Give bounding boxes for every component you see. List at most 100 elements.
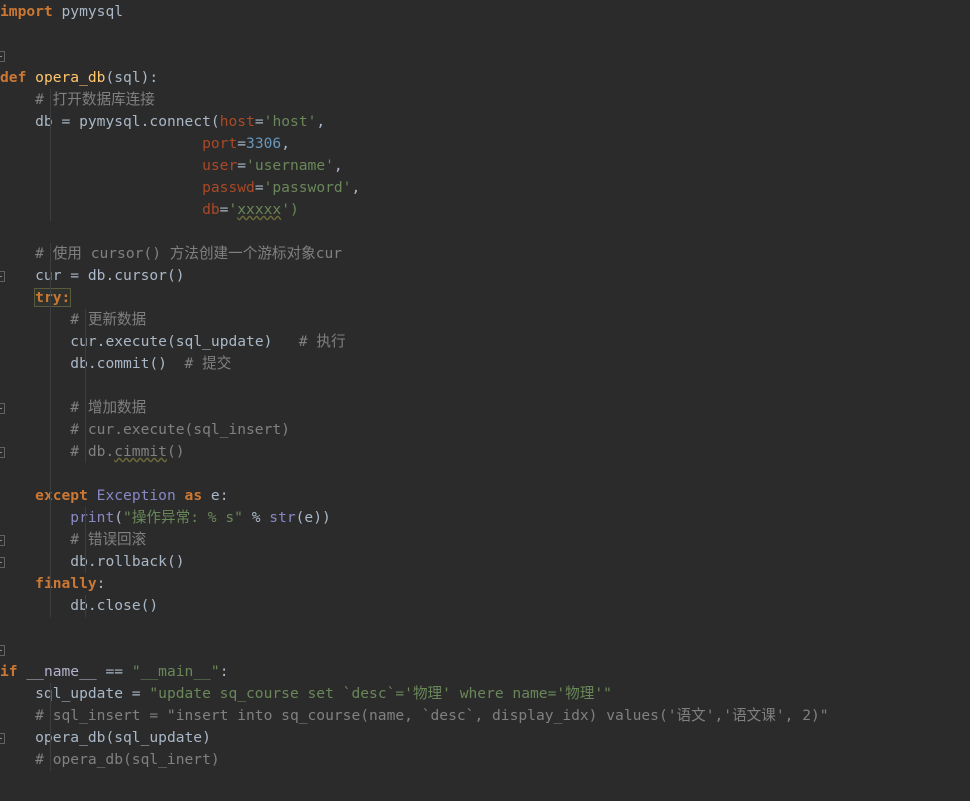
code-line[interactable]: passwd='password', [0, 177, 970, 199]
code-token: port [202, 135, 238, 152]
code-token: execute [105, 333, 167, 350]
code-token: db [0, 113, 62, 130]
code-token: , [281, 135, 290, 152]
code-line[interactable]: # sql_insert = "insert into sq_course(na… [0, 705, 970, 727]
code-token: cur [0, 267, 71, 284]
code-line[interactable]: db.rollback() [0, 551, 970, 573]
code-token: db [0, 355, 88, 372]
code-line[interactable]: print("操作异常: % s" % str(e)) [0, 507, 970, 529]
code-line[interactable] [0, 463, 970, 485]
code-token: connect [149, 113, 211, 130]
code-token: except [35, 487, 88, 504]
code-line[interactable]: db = pymysql.connect(host='host', [0, 111, 970, 133]
code-token: # 提交 [166, 355, 232, 372]
code-line[interactable]: opera_db(sql_update) [0, 727, 970, 749]
code-token: "操作异常: [123, 509, 208, 526]
code-line[interactable]: # 打开数据库连接 [0, 89, 970, 111]
code-token: try: [34, 288, 72, 307]
code-token: cur [0, 333, 97, 350]
code-token: 'username' [246, 157, 334, 174]
code-token: ') [281, 201, 299, 218]
code-token: # 增加数据 [0, 399, 147, 416]
code-line[interactable]: db='xxxxx') [0, 199, 970, 221]
code-line[interactable]: import pymysql [0, 1, 970, 23]
code-token: if [0, 663, 18, 680]
code-token: " [234, 509, 252, 526]
code-token: pymysql [61, 3, 124, 20]
code-token: : [219, 663, 229, 680]
code-token: cimmit [114, 443, 167, 460]
code-token: ( [114, 509, 124, 526]
code-line[interactable]: user='username', [0, 155, 970, 177]
indent-guide [85, 309, 86, 463]
code-line[interactable]: def opera_db(sql): [0, 67, 970, 89]
code-line[interactable]: sql_update = "update sq_course set `desc… [0, 683, 970, 705]
code-line[interactable]: finally: [0, 573, 970, 595]
indent-guide [85, 507, 86, 573]
code-token: # 使用 cursor() 方法创建一个游标对象cur [0, 245, 343, 262]
code-token: ' [228, 201, 238, 218]
code-token: (e)) [295, 509, 331, 526]
code-token: # 执行 [272, 333, 346, 350]
code-token: pymysql [79, 113, 141, 130]
code-token: # sql_insert = "insert into sq_course(na… [0, 707, 829, 724]
code-line[interactable]: db.commit() # 提交 [0, 353, 970, 375]
code-token: . [105, 267, 115, 284]
code-line[interactable]: # 使用 cursor() 方法创建一个游标对象cur [0, 243, 970, 265]
code-line[interactable]: # db.cimmit() [0, 441, 970, 463]
code-token: e: [202, 487, 229, 504]
code-token: opera_db [0, 729, 106, 746]
code-line[interactable]: cur = db.cursor() [0, 265, 970, 287]
code-token: () [140, 597, 159, 614]
code-token: = [254, 179, 264, 196]
code-line[interactable]: # cur.execute(sql_insert) [0, 419, 970, 441]
code-token: () [149, 355, 167, 372]
code-token: 'host' [263, 113, 317, 130]
code-line[interactable]: except Exception as e: [0, 485, 970, 507]
code-token: = [61, 113, 80, 130]
code-line[interactable] [0, 639, 970, 661]
code-token: () [166, 267, 185, 284]
code-token: ( [105, 69, 115, 86]
code-token: as [184, 487, 203, 504]
code-token: , [351, 179, 361, 196]
code-line[interactable] [0, 221, 970, 243]
code-line[interactable]: # opera_db(sql_inert) [0, 749, 970, 771]
code-token: # 打开数据库连接 [0, 91, 155, 108]
code-line[interactable]: port=3306, [0, 133, 970, 155]
code-token: = [131, 685, 150, 702]
code-token: import [0, 3, 53, 20]
code-line[interactable]: if __name__ == "__main__": [0, 661, 970, 683]
code-token: str [269, 509, 296, 526]
code-token: # opera_db(sql_inert) [0, 751, 220, 768]
code-line[interactable]: cur.execute(sql_update) # 执行 [0, 331, 970, 353]
indent-guide [50, 89, 51, 221]
code-token: # 错误回滚 [0, 531, 147, 548]
code-token: db [0, 553, 88, 570]
code-line[interactable] [0, 617, 970, 639]
code-line[interactable]: # 错误回滚 [0, 529, 970, 551]
code-token: , [333, 157, 343, 174]
code-token: = [70, 267, 88, 284]
indent-guide [50, 683, 51, 771]
code-line[interactable]: db.close() [0, 595, 970, 617]
code-token: ): [140, 69, 159, 86]
code-line[interactable]: # 增加数据 [0, 397, 970, 419]
code-token: = [237, 157, 247, 174]
code-token: ( [105, 729, 115, 746]
code-line[interactable] [0, 23, 970, 45]
code-line[interactable]: # 更新数据 [0, 309, 970, 331]
code-editor[interactable]: import pymysql def opera_db(sql): # 打开数据… [0, 0, 970, 801]
code-token: : [96, 575, 106, 592]
code-line[interactable] [0, 375, 970, 397]
code-token: % s [207, 509, 235, 526]
code-line[interactable] [0, 45, 970, 67]
code-line[interactable]: try: [0, 287, 970, 309]
